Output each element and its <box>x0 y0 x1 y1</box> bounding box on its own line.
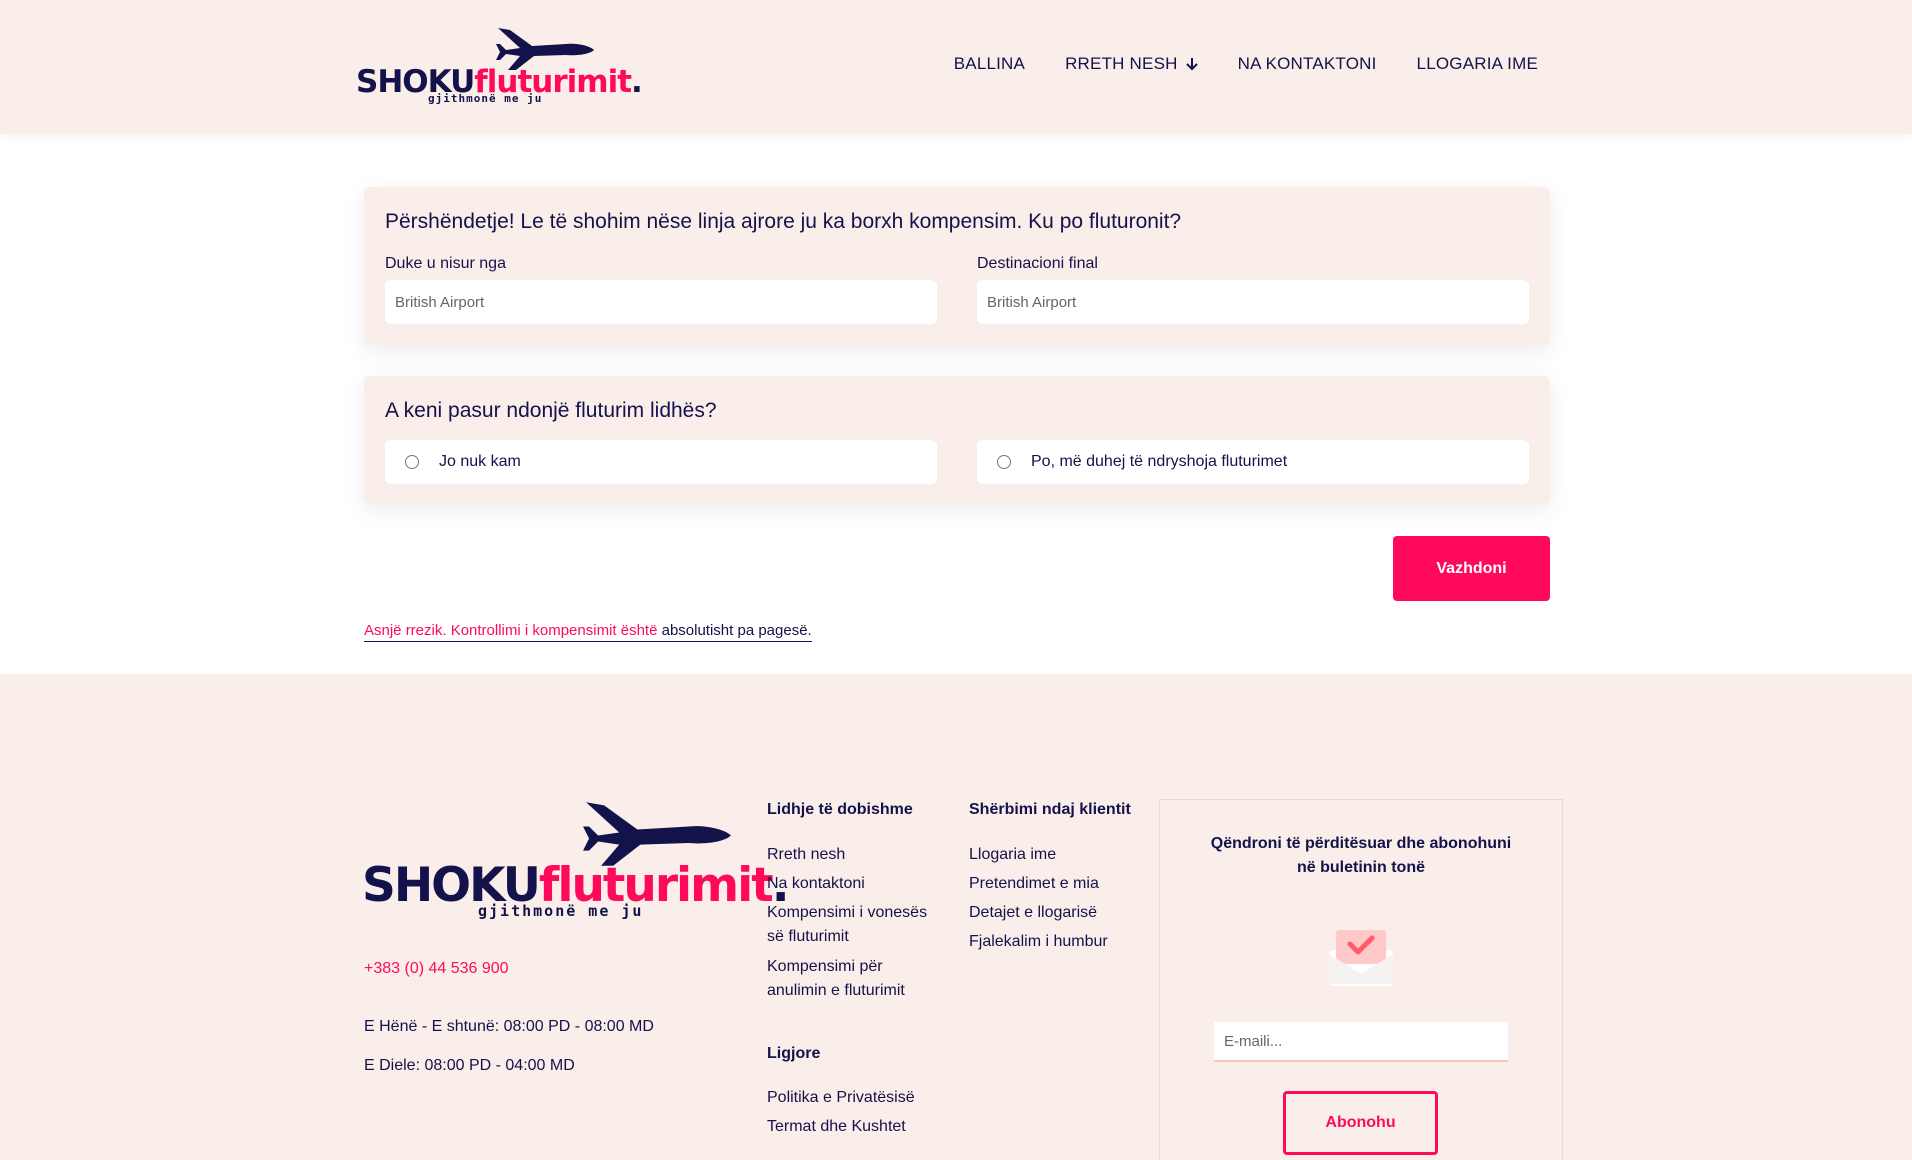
site-footer <box>0 674 1912 1160</box>
destination-input[interactable]: British Airport <box>977 280 1529 324</box>
main-nav: BALLINA RRETH NESH NA KONTAKTONI LLOGARI… <box>954 54 1538 74</box>
logo-tagline: gjithmonë me ju <box>478 902 644 920</box>
nav-label: LLOGARIA IME <box>1416 54 1538 73</box>
useful-links-heading: Lidhje të dobishme <box>767 801 913 818</box>
newsletter-box: Qëndroni të përditësuar dhe abonohuni në… <box>1159 799 1563 1160</box>
site-header: SHOKUfluturimit. gjithmonë me ju BALLINA… <box>0 0 1912 134</box>
customer-service-heading: Shërbimi ndaj klientit <box>969 801 1131 818</box>
footer-link-terms[interactable]: Termat dhe Kushtet <box>767 1115 906 1139</box>
continue-button[interactable]: Vazhdoni <box>1393 536 1550 601</box>
footer-hours-sunday: E Diele: 08:00 PD - 04:00 MD <box>364 1057 575 1074</box>
footer-link-lost-password[interactable]: Fjalekalim i humbur <box>969 930 1108 954</box>
nav-label: BALLINA <box>953 54 1026 73</box>
nav-label: NA KONTAKTONI <box>1237 54 1377 73</box>
envelope-check-icon <box>1329 930 1393 986</box>
footer-link-my-account[interactable]: Llogaria ime <box>969 843 1056 867</box>
arrow-down-icon <box>1185 58 1198 71</box>
radio-option-no-label: Jo nuk kam <box>439 453 521 470</box>
footer-link-account-details[interactable]: Detajet e llogarisë <box>969 901 1097 925</box>
footer-link-delay-compensation[interactable]: Kompensimi i vonesës së fluturimit <box>767 901 942 949</box>
footer-link-my-claims[interactable]: Pretendimet e mia <box>969 872 1099 896</box>
departure-input[interactable]: British Airport <box>385 280 937 324</box>
footer-link-privacy-policy[interactable]: Politika e Privatësisë <box>767 1086 915 1110</box>
flight-route-card: Përshëndetje! Le të shohim nëse linja aj… <box>364 187 1550 345</box>
nav-label: RRETH NESH <box>1065 54 1178 73</box>
legal-heading: Ligjore <box>767 1045 821 1062</box>
footer-link-cancellation-compensation[interactable]: Kompensimi për anulimin e fluturimit <box>767 955 942 1003</box>
radio-option-no[interactable]: Jo nuk kam <box>385 440 937 484</box>
footer-link-na-kontaktoni[interactable]: Na kontaktoni <box>767 872 865 896</box>
nav-item-na-kontaktoni[interactable]: NA KONTAKTONI <box>1238 54 1377 74</box>
newsletter-title: Qëndroni të përditësuar dhe abonohuni në… <box>1210 835 1512 876</box>
nav-item-rreth-nesh[interactable]: RRETH NESH <box>1065 54 1198 74</box>
footer-logo[interactable]: SHOKUfluturimit. gjithmonë me ju <box>362 796 790 920</box>
site-logo[interactable]: SHOKUfluturimit. gjithmonë me ju <box>356 24 643 108</box>
subscribe-button[interactable]: Abonohu <box>1283 1091 1438 1155</box>
footer-link-rreth-nesh[interactable]: Rreth nesh <box>767 843 845 867</box>
no-risk-link[interactable]: Asnjë rrezik. Kontrollimi i kompensimit … <box>364 622 812 642</box>
flight-route-question: Përshëndetje! Le të shohim nëse linja aj… <box>385 210 1182 233</box>
connecting-flight-card: A keni pasur ndonjë fluturim lidhës? Jo … <box>364 376 1550 504</box>
radio-circle-icon <box>997 455 1011 469</box>
free-of-charge-text: absolutisht pa pagesë. <box>661 622 812 639</box>
radio-circle-icon <box>405 455 419 469</box>
destination-label: Destinacioni final <box>977 255 1098 272</box>
connecting-flight-question: A keni pasur ndonjë fluturim lidhës? <box>385 399 717 422</box>
radio-option-yes[interactable]: Po, më duhej të ndryshoja fluturimet <box>977 440 1529 484</box>
nav-item-llogaria-ime[interactable]: LLOGARIA IME <box>1417 54 1538 74</box>
logo-tagline: gjithmonë me ju <box>428 92 543 105</box>
departure-label: Duke u nisur nga <box>385 255 506 272</box>
nav-item-ballina[interactable]: BALLINA <box>954 54 1025 74</box>
newsletter-email-input[interactable]: E-maili... <box>1214 1022 1508 1062</box>
radio-option-yes-label: Po, më duhej të ndryshoja fluturimet <box>1031 453 1288 470</box>
no-risk-text: Asnjë rrezik. Kontrollimi i kompensimit … <box>364 622 662 639</box>
footer-hours-weekdays: E Hënë - E shtunë: 08:00 PD - 08:00 MD <box>364 1018 654 1035</box>
logo-dot: . <box>631 64 643 100</box>
footer-phone[interactable]: +383 (0) 44 536 900 <box>364 960 509 978</box>
